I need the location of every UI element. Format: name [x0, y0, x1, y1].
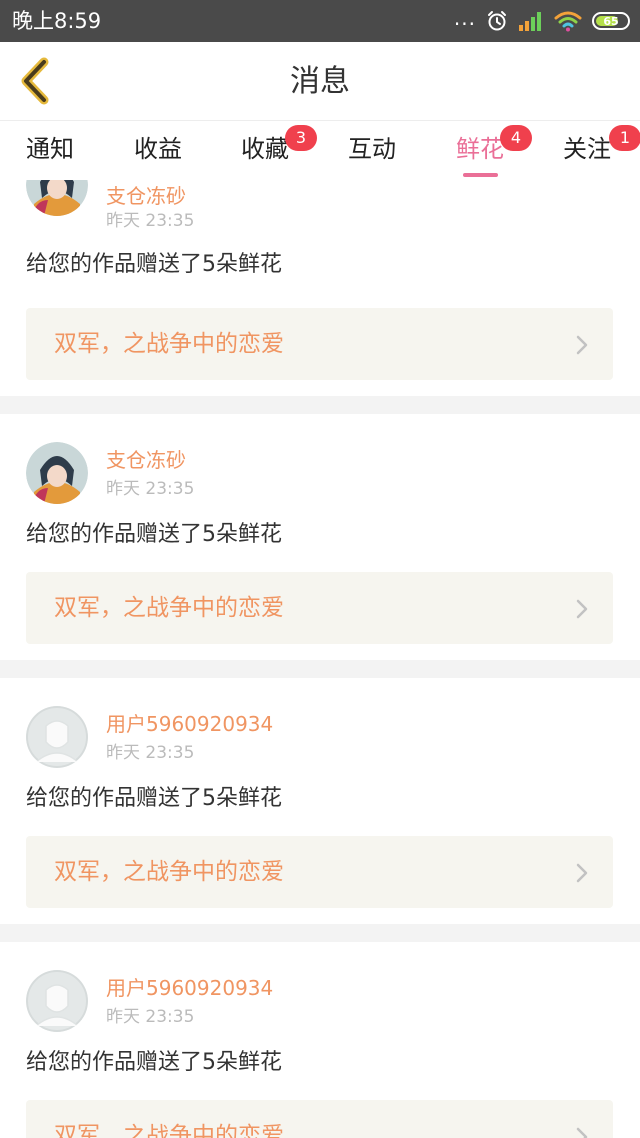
tab-badge: 3: [285, 125, 317, 151]
work-link[interactable]: 双军，之战争中的恋爱: [26, 572, 613, 644]
chevron-right-icon: [576, 1127, 588, 1138]
message-card: 支仓冻砂 昨天 23:35 给您的作品赠送了5朵鲜花 双军，之战争中的恋爱: [0, 180, 640, 396]
header: 消息: [0, 42, 640, 120]
tab-earnings[interactable]: 收益: [134, 133, 182, 165]
avatar[interactable]: [26, 442, 88, 504]
chevron-right-icon: [576, 599, 588, 619]
status-icons: ... 65: [454, 8, 630, 34]
work-title: 双军，之战争中的恋爱: [54, 859, 284, 885]
tab-label: 通知: [26, 135, 74, 163]
status-bar: 晚上8:59 ... 65: [0, 0, 640, 42]
work-title: 双军，之战争中的恋爱: [54, 595, 284, 621]
tab-label: 收藏: [241, 135, 289, 163]
tab-label: 收益: [134, 135, 182, 163]
message-time: 昨天 23:35: [106, 743, 195, 763]
message-list[interactable]: 支仓冻砂 昨天 23:35 给您的作品赠送了5朵鲜花 双军，之战争中的恋爱 支仓…: [0, 180, 640, 1138]
tab-interactions[interactable]: 互动: [348, 133, 396, 165]
message-card: 用户5960920934 昨天 23:35 给您的作品赠送了5朵鲜花 双军，之战…: [0, 942, 640, 1138]
message-text: 给您的作品赠送了5朵鲜花: [26, 786, 282, 811]
work-link[interactable]: 双军，之战争中的恋爱: [26, 308, 613, 380]
avatar[interactable]: [26, 180, 88, 216]
username[interactable]: 用户5960920934: [106, 711, 273, 737]
chevron-right-icon: [576, 335, 588, 355]
page-title: 消息: [290, 64, 350, 99]
message-time: 昨天 23:35: [106, 1007, 195, 1027]
wifi-icon: [554, 11, 582, 32]
active-tab-indicator: [463, 173, 498, 177]
work-title: 双军，之战争中的恋爱: [54, 331, 284, 357]
tab-favorites[interactable]: 收藏 3: [241, 125, 317, 165]
avatar[interactable]: [26, 706, 88, 768]
message-text: 给您的作品赠送了5朵鲜花: [26, 1050, 282, 1075]
tab-badge: 4: [500, 125, 532, 151]
work-link[interactable]: 双军，之战争中的恋爱: [26, 1100, 613, 1138]
battery-level: 65: [603, 14, 619, 28]
tab-label: 互动: [348, 135, 396, 163]
divider: [0, 924, 640, 942]
message-time: 昨天 23:35: [106, 211, 195, 231]
battery-icon: 65: [592, 12, 630, 30]
username[interactable]: 用户5960920934: [106, 975, 273, 1001]
username[interactable]: 支仓冻砂: [106, 183, 186, 209]
chevron-right-icon: [576, 863, 588, 883]
tab-follows[interactable]: 关注 1: [563, 125, 640, 165]
message-text: 给您的作品赠送了5朵鲜花: [26, 252, 282, 277]
username[interactable]: 支仓冻砂: [106, 447, 186, 473]
status-time: 晚上8:59: [12, 9, 102, 33]
tab-badge: 1: [609, 125, 640, 151]
anime-avatar-icon: [26, 442, 88, 504]
work-title: 双军，之战争中的恋爱: [54, 1123, 284, 1138]
tab-flowers[interactable]: 鲜花 4: [456, 125, 532, 165]
signal-icon: [519, 12, 541, 31]
tab-label: 关注: [563, 135, 611, 163]
more-dots-icon: ...: [453, 6, 476, 30]
message-card: 用户5960920934 昨天 23:35 给您的作品赠送了5朵鲜花 双军，之战…: [0, 678, 640, 924]
avatar[interactable]: [26, 970, 88, 1032]
message-card: 支仓冻砂 昨天 23:35 给您的作品赠送了5朵鲜花 双军，之战争中的恋爱: [0, 414, 640, 660]
alarm-icon: [488, 11, 506, 31]
divider: [0, 396, 640, 414]
tab-bar: 通知 收益 收藏 3 互动 鲜花 4 关注 1: [0, 120, 640, 180]
message-text: 给您的作品赠送了5朵鲜花: [26, 522, 282, 547]
work-link[interactable]: 双军，之战争中的恋爱: [26, 836, 613, 908]
divider: [0, 660, 640, 678]
default-avatar-icon: [26, 970, 88, 1032]
tab-label: 鲜花: [456, 135, 504, 163]
tab-notifications[interactable]: 通知: [26, 133, 74, 165]
message-time: 昨天 23:35: [106, 479, 195, 499]
anime-avatar-icon: [26, 180, 88, 216]
default-avatar-icon: [26, 706, 88, 768]
